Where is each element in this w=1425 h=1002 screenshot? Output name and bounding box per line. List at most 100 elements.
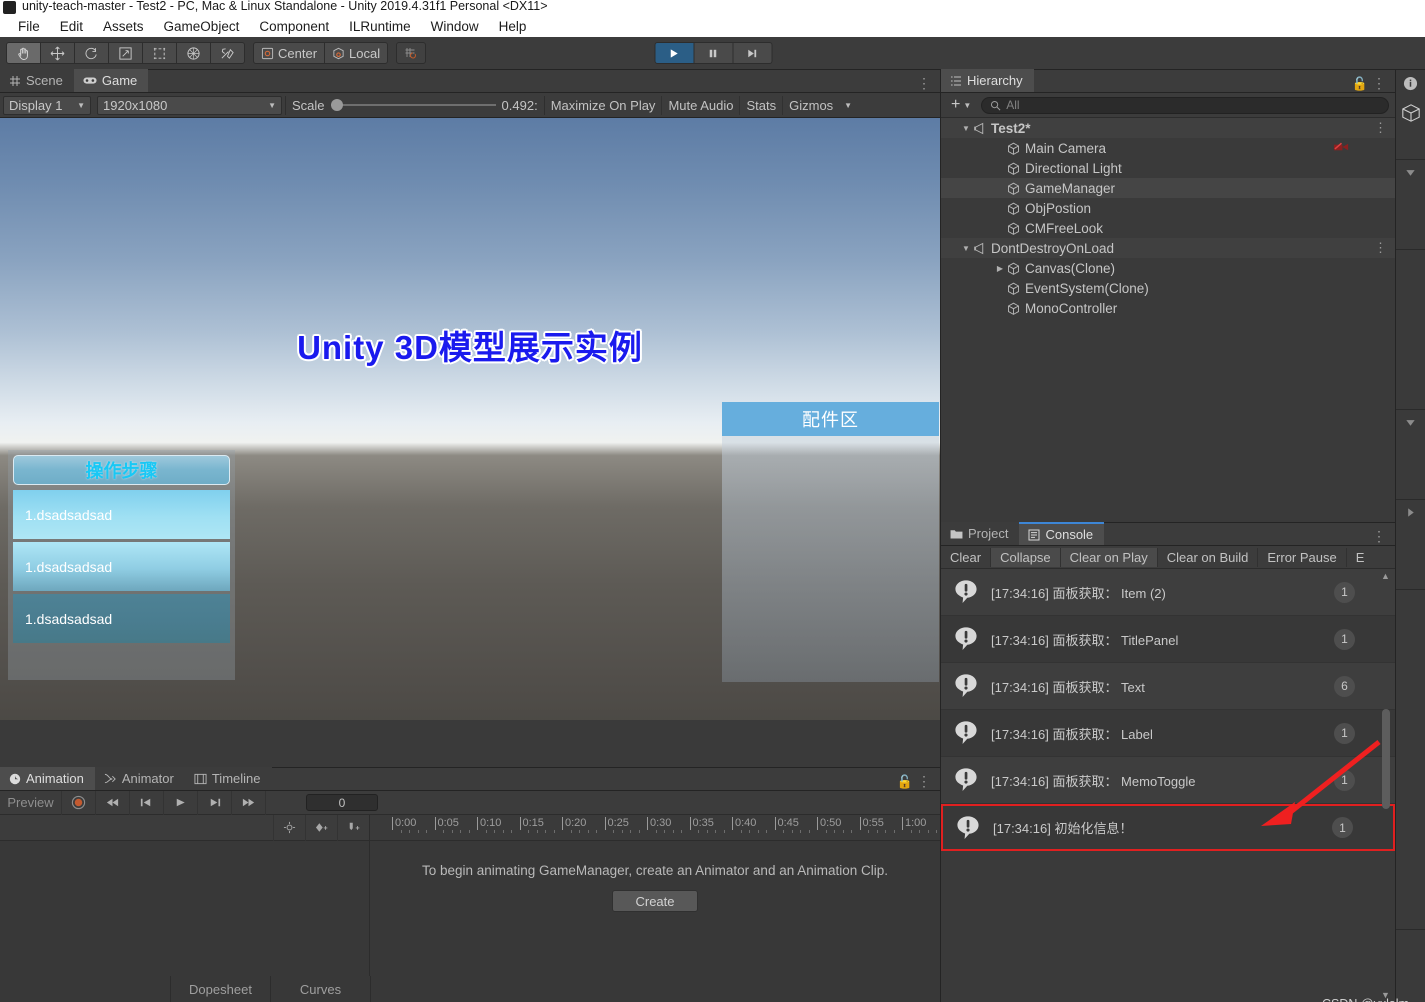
console-editor-button[interactable]: E (1347, 548, 1374, 567)
space-mode-button[interactable]: Local (324, 42, 389, 64)
hierarchy-row-gamemanager[interactable]: GameManager (941, 178, 1395, 198)
stats-button[interactable]: Stats (740, 95, 784, 115)
console-message-list[interactable]: [17:34:16] 面板获取： Item (2) 1 [17:34:16] 面板获… (941, 569, 1395, 1002)
mute-audio-button[interactable]: Mute Audio (662, 95, 741, 115)
menu-item-edit[interactable]: Edit (50, 19, 93, 34)
console-error-pause-button[interactable]: Error Pause (1258, 547, 1347, 567)
console-clear-on-play-button[interactable]: Clear on Play (1060, 547, 1158, 567)
display-dropdown[interactable]: Display 1 ▼ (3, 95, 91, 115)
pivot-mode-button[interactable]: Center (253, 42, 326, 64)
gameview-options-icon[interactable]: ⋮ (908, 75, 940, 92)
tab-scene[interactable]: Scene (0, 69, 74, 92)
hierarchy-search-input[interactable]: All (981, 96, 1389, 114)
menu-item-window[interactable]: Window (421, 19, 489, 34)
console-scrollbar-thumb[interactable] (1382, 709, 1390, 809)
tab-console[interactable]: Console (1019, 522, 1105, 545)
rotate-tool-icon[interactable] (74, 42, 109, 64)
tab-timeline[interactable]: Timeline (184, 767, 272, 790)
scale-slider[interactable] (330, 99, 496, 111)
inspector-section-collapse-1[interactable] (1396, 160, 1425, 250)
collapse-arrow-icon[interactable]: ▶ (993, 264, 1007, 273)
record-button[interactable] (62, 790, 96, 815)
hierarchy-tree[interactable]: ▼ Test2* ⋮ Main Camera Directional Light Game… (941, 118, 1395, 522)
rect-tool-icon[interactable] (142, 42, 177, 64)
previous-keyframe-button[interactable] (130, 790, 164, 815)
console-scrollbar[interactable]: ▲ ▼ (1380, 569, 1392, 1002)
inspector-section-collapse-2[interactable] (1396, 410, 1425, 500)
timeline-ruler[interactable]: 0:00 0:05 0:10 0:15 0:20 0:25 0:30 0:35 0:40 0:45… (370, 815, 940, 841)
tab-hierarchy[interactable]: Hierarchy (941, 69, 1034, 92)
step-item[interactable]: 1.dsadsadsad (13, 490, 230, 539)
menu-item-file[interactable]: File (8, 19, 50, 34)
hierarchy-row-monocontroller[interactable]: MonoController (941, 298, 1395, 318)
console-message-row[interactable]: [17:34:16] 面板获取： Text 6 (941, 663, 1395, 710)
transform-tool-icon[interactable] (176, 42, 211, 64)
gizmos-dropdown-icon[interactable]: ▼ (839, 96, 857, 115)
hierarchy-row-options[interactable]: ⋮ (1374, 120, 1387, 136)
console-clear-button[interactable]: Clear (941, 547, 992, 567)
console-clear-on-build-button[interactable]: Clear on Build (1158, 547, 1259, 567)
add-event-icon[interactable] (273, 814, 305, 841)
hierarchy-row-test2[interactable]: ▼ Test2* ⋮ (941, 118, 1395, 138)
menu-item-help[interactable]: Help (489, 19, 537, 34)
go-to-end-button[interactable] (232, 790, 266, 815)
play-animation-button[interactable] (164, 790, 198, 815)
console-message-row[interactable]: [17:34:16] 面板获取： Label 1 (941, 710, 1395, 757)
console-options[interactable]: ⋮ (1363, 528, 1395, 545)
hierarchy-row-options[interactable]: ⋮ (1374, 240, 1387, 256)
game-view-canvas[interactable]: Unity 3D模型展示实例 操作步骤 1.dsadsadsad 1.dsads… (0, 118, 940, 767)
preview-button[interactable]: Preview (0, 790, 62, 815)
tab-animator[interactable]: Animator (94, 767, 185, 790)
frame-field[interactable]: 0 (306, 794, 378, 811)
tab-game[interactable]: Game (73, 69, 149, 92)
scale-slider-knob[interactable] (330, 99, 343, 111)
custom-tool-icon[interactable] (210, 42, 245, 64)
scroll-up-icon[interactable]: ▲ (1381, 571, 1390, 581)
tab-dopesheet[interactable]: Dopesheet (170, 976, 270, 1002)
add-marker-icon[interactable] (337, 814, 369, 841)
tab-project[interactable]: Project (941, 522, 1020, 545)
hand-tool-icon[interactable] (6, 42, 41, 64)
inspector-info-icon[interactable] (1396, 70, 1425, 160)
menu-item-gameobject[interactable]: GameObject (154, 19, 250, 34)
go-to-start-button[interactable] (96, 790, 130, 815)
hierarchy-row-cmfreelook[interactable]: CMFreeLook (941, 218, 1395, 238)
hierarchy-row-main-camera[interactable]: Main Camera (941, 138, 1395, 158)
hierarchy-row-eventsystem-clone[interactable]: EventSystem(Clone) (941, 278, 1395, 298)
console-message-row[interactable]: [17:34:16] 面板获取： MemoToggle 1 (941, 757, 1395, 804)
expand-arrow-icon[interactable]: ▼ (959, 244, 973, 253)
console-message-row[interactable]: [17:34:16] 面板获取： Item (2) 1 (941, 569, 1395, 616)
add-gameobject-button[interactable]: + ▼ (947, 96, 975, 114)
create-button[interactable]: Create (612, 890, 698, 912)
console-collapse-button[interactable]: Collapse (991, 547, 1061, 567)
menu-item-assets[interactable]: Assets (93, 19, 154, 34)
menu-item-ilruntime[interactable]: ILRuntime (339, 19, 421, 34)
menu-item-component[interactable]: Component (249, 19, 339, 34)
grid-snap-icon[interactable] (396, 42, 427, 64)
hierarchy-row-dontdestroyonload[interactable]: ▼ DontDestroyOnLoad ⋮ (941, 238, 1395, 258)
hierarchy-options[interactable]: 🔓 ⋮ (1343, 75, 1395, 92)
lock-icon[interactable]: 🔓 (1352, 76, 1372, 91)
step-item[interactable]: 1.dsadsadsad (13, 594, 230, 643)
scale-control[interactable]: Scale 0.492: (286, 98, 544, 113)
expand-arrow-icon[interactable]: ▼ (959, 124, 973, 133)
next-keyframe-button[interactable] (198, 790, 232, 815)
gizmos-button[interactable]: Gizmos (783, 96, 839, 115)
animation-panel-options[interactable]: 🔓 ⋮ (888, 773, 940, 790)
step-item[interactable]: 1.dsadsadsad (13, 542, 230, 591)
console-message-row[interactable]: [17:34:16] 面板获取： TitlePanel 1 (941, 616, 1395, 663)
add-keyframe-icon[interactable] (305, 814, 337, 841)
step-button[interactable] (732, 42, 772, 64)
tab-animation[interactable]: Animation (0, 767, 95, 790)
collapsed-inspector-strip[interactable] (1395, 70, 1425, 1002)
inspector-section-expand-3[interactable] (1396, 500, 1425, 590)
hierarchy-row-canvas-clone[interactable]: ▶ Canvas(Clone) (941, 258, 1395, 278)
play-button[interactable] (654, 42, 694, 64)
console-message-row[interactable]: [17:34:16] 初始化信息！ 1 (941, 804, 1395, 851)
tab-curves[interactable]: Curves (270, 976, 370, 1002)
scale-tool-icon[interactable] (108, 42, 143, 64)
resolution-dropdown[interactable]: 1920x1080 ▼ (97, 95, 282, 115)
maximize-on-play-button[interactable]: Maximize On Play (545, 95, 663, 115)
lock-icon[interactable]: 🔓 (897, 774, 917, 789)
pause-button[interactable] (693, 42, 733, 64)
